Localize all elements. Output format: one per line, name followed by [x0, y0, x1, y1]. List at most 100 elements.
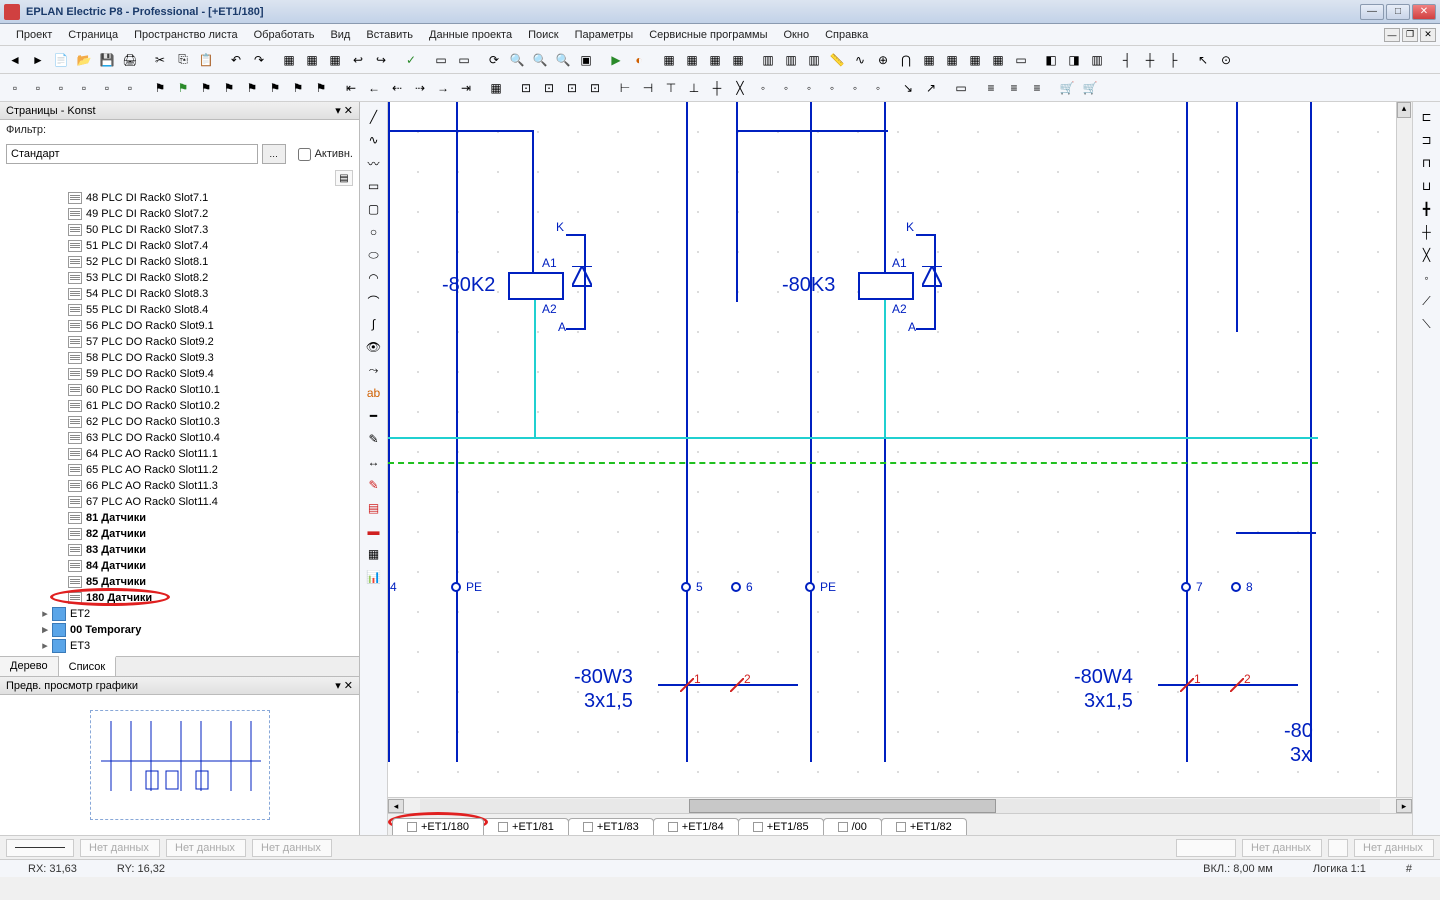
tool2-sym3-icon[interactable]: ⊡: [561, 77, 583, 99]
tool-nav1-icon[interactable]: ◧: [1040, 49, 1062, 71]
tool-prev-page-icon[interactable]: ◄: [4, 49, 26, 71]
page-tab[interactable]: +ET1/83: [568, 818, 654, 835]
tree-node[interactable]: ▸ET2: [0, 606, 359, 622]
page-tab[interactable]: +ET1/81: [483, 818, 569, 835]
tool-align3-icon[interactable]: ├: [1162, 49, 1184, 71]
tool-pane2-icon[interactable]: ▥: [780, 49, 802, 71]
tool2-flag6-icon[interactable]: ⚑: [264, 77, 286, 99]
tree-item[interactable]: 55 PLC DI Rack0 Slot8.4: [0, 302, 359, 318]
tool2-cart2-icon[interactable]: 🛒: [1079, 77, 1101, 99]
tool2-flag5-icon[interactable]: ⚑: [241, 77, 263, 99]
tool-pane1-icon[interactable]: ▥: [757, 49, 779, 71]
tree-item[interactable]: 64 PLC AO Rack0 Slot11.1: [0, 446, 359, 462]
menu-utilities[interactable]: Сервисные программы: [641, 26, 775, 44]
tool-undo-icon[interactable]: ↶: [225, 49, 247, 71]
tool2-arr2-icon[interactable]: ↗: [920, 77, 942, 99]
tree-item[interactable]: 65 PLC AO Rack0 Slot11.2: [0, 462, 359, 478]
tree-tab-tree[interactable]: Дерево: [0, 657, 59, 676]
navigator-close-icon[interactable]: ✕: [344, 105, 353, 117]
menu-options[interactable]: Параметры: [567, 26, 642, 44]
tool2-comp1-icon[interactable]: ▫: [4, 77, 26, 99]
vtool-pen-icon[interactable]: ✎: [363, 428, 385, 450]
vtool-arc-icon[interactable]: ◠: [363, 267, 385, 289]
vtool-arc2-icon[interactable]: ⌒: [363, 290, 385, 312]
tree-item[interactable]: 62 PLC DO Rack0 Slot10.3: [0, 414, 359, 430]
tool2-arr1-icon[interactable]: ↘: [897, 77, 919, 99]
tool2-comp5-icon[interactable]: ▫: [96, 77, 118, 99]
rtool-8-icon[interactable]: ◦: [1416, 267, 1438, 289]
tool2-flag3-icon[interactable]: ⚑: [195, 77, 217, 99]
tool2-box-icon[interactable]: ▭: [950, 77, 972, 99]
page-tab[interactable]: +ET1/85: [738, 818, 824, 835]
tool-stop-icon[interactable]: ◐: [628, 49, 650, 71]
tool-pane3-icon[interactable]: ▥: [803, 49, 825, 71]
tool2-comp3-icon[interactable]: ▫: [50, 77, 72, 99]
tool-grid2-icon[interactable]: ▦: [301, 49, 323, 71]
vtool-dim-icon[interactable]: ━: [363, 405, 385, 427]
tool-check-icon[interactable]: ✓: [400, 49, 422, 71]
tree-item[interactable]: 58 PLC DO Rack0 Slot9.3: [0, 350, 359, 366]
tool-window2-icon[interactable]: ▭: [453, 49, 475, 71]
tool-zoom-in-icon[interactable]: 🔍: [529, 49, 551, 71]
tool2-fwd-icon[interactable]: ⇢: [409, 77, 431, 99]
prop-slot-5[interactable]: [1176, 839, 1236, 857]
tool2-comp2-icon[interactable]: ▫: [27, 77, 49, 99]
canvas-vscroll[interactable]: ▴: [1396, 102, 1412, 797]
vtool-eye-icon[interactable]: 👁: [363, 336, 385, 358]
tool2-macro1-icon[interactable]: ▦: [485, 77, 507, 99]
vtool-hatch-icon[interactable]: ▤: [363, 497, 385, 519]
tree-item[interactable]: 83 Датчики: [0, 542, 359, 558]
tool-save-icon[interactable]: 💾: [96, 49, 118, 71]
tool-table2-icon[interactable]: ▦: [681, 49, 703, 71]
tree-item[interactable]: 67 PLC AO Rack0 Slot11.4: [0, 494, 359, 510]
tool-nav3-icon[interactable]: ▥: [1086, 49, 1108, 71]
tool2-back-icon[interactable]: ⇠: [386, 77, 408, 99]
minimize-button[interactable]: —: [1360, 4, 1384, 20]
tool-target-icon[interactable]: ⊙: [1215, 49, 1237, 71]
vtool-fill-icon[interactable]: ▬: [363, 520, 385, 542]
tool-print-icon[interactable]: 🖨: [119, 49, 141, 71]
vtool-rect-icon[interactable]: ▭: [363, 175, 385, 197]
tool-grid3-icon[interactable]: ▦: [324, 49, 346, 71]
mdi-minimize-button[interactable]: —: [1384, 28, 1400, 42]
tool2-flag8-icon[interactable]: ⚑: [310, 77, 332, 99]
tool2-flag7-icon[interactable]: ⚑: [287, 77, 309, 99]
tool-win-icon[interactable]: ▭: [1010, 49, 1032, 71]
page-tab[interactable]: +ET1/180: [392, 818, 484, 835]
tool2-comp6-icon[interactable]: ▫: [119, 77, 141, 99]
rtool-2-icon[interactable]: ⊐: [1416, 129, 1438, 151]
maximize-button[interactable]: □: [1386, 4, 1410, 20]
tool-refresh-icon[interactable]: ⟳: [483, 49, 505, 71]
tool2-conn8-icon[interactable]: ◦: [775, 77, 797, 99]
menu-find[interactable]: Поиск: [520, 26, 566, 44]
menu-insert[interactable]: Вставить: [358, 26, 421, 44]
tool2-conn4-icon[interactable]: ⊥: [683, 77, 705, 99]
tree-item[interactable]: 54 PLC DI Rack0 Slot8.3: [0, 286, 359, 302]
page-tab[interactable]: /00: [823, 818, 882, 835]
menu-edit[interactable]: Обработать: [246, 26, 323, 44]
tree-item[interactable]: 180 Датчики: [0, 590, 359, 606]
tree-item[interactable]: 85 Датчики: [0, 574, 359, 590]
tool-grid1-icon[interactable]: ▦: [278, 49, 300, 71]
vtool-circle-icon[interactable]: ○: [363, 221, 385, 243]
page-tab[interactable]: +ET1/82: [881, 818, 967, 835]
tree-item[interactable]: 48 PLC DI Rack0 Slot7.1: [0, 190, 359, 206]
tool2-sym4-icon[interactable]: ⊡: [584, 77, 606, 99]
mdi-restore-button[interactable]: ❐: [1402, 28, 1418, 42]
tool-zoom-window-icon[interactable]: 🔍: [506, 49, 528, 71]
tool-open-icon[interactable]: 📂: [73, 49, 95, 71]
tree-item[interactable]: 66 PLC AO Rack0 Slot11.3: [0, 478, 359, 494]
tree-tool-icon[interactable]: ▤: [335, 170, 353, 186]
tool-zoom-out-icon[interactable]: 🔍: [552, 49, 574, 71]
tool-magnet-icon[interactable]: ⋂: [895, 49, 917, 71]
tool-table3-icon[interactable]: ▦: [704, 49, 726, 71]
rtool-5-icon[interactable]: ╋: [1416, 198, 1438, 220]
rtool-1-icon[interactable]: ⊏: [1416, 106, 1438, 128]
tool-paste-icon[interactable]: 📋: [195, 49, 217, 71]
tool-cut-icon[interactable]: ✂: [149, 49, 171, 71]
expander-icon[interactable]: ▸: [40, 639, 50, 653]
rtool-4-icon[interactable]: ⊔: [1416, 175, 1438, 197]
menu-page[interactable]: Страница: [60, 26, 126, 44]
tool-layout3-icon[interactable]: ▦: [964, 49, 986, 71]
tool2-conn2-icon[interactable]: ⊣: [637, 77, 659, 99]
